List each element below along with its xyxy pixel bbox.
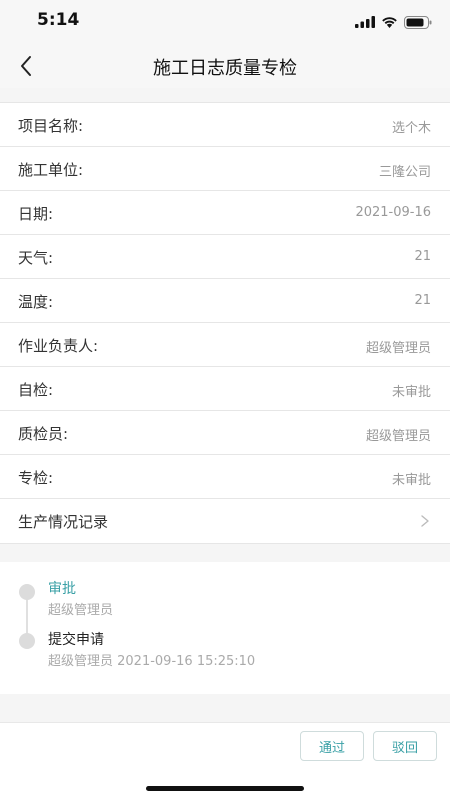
timeline-subtitle-approval: 超级管理员 [48,603,114,618]
info-row-self-check: 自检: 未审批 [0,367,450,411]
info-value: 超级管理员 [365,341,431,356]
info-row-temperature: 温度: 21 [0,279,450,323]
app-screen: 5:14 施工日志质量专检 项目名称: 选个木 施工单位: 三隆公司 日期: 2… [0,0,450,800]
production-record-label: 生产情况记录 [18,513,109,531]
info-label: 质检员: [18,425,69,443]
info-row-date: 日期: 2021-09-16 [0,191,450,235]
timeline-title-submit: 提交申请 [48,632,104,648]
status-icons [355,13,432,31]
battery-icon [404,15,432,29]
info-row-construction-unit: 施工单位: 三隆公司 [0,147,450,191]
info-row-weather: 天气: 21 [0,235,450,279]
nav-bar: 施工日志质量专检 [0,44,450,88]
info-row-quality-inspector: 质检员: 超级管理员 [0,411,450,455]
approve-button[interactable]: 通过 [300,731,364,761]
info-label: 天气: [18,249,54,267]
info-list: 项目名称: 选个木 施工单位: 三隆公司 日期: 2021-09-16 天气: … [0,102,450,544]
status-time: 5:14 [37,10,80,30]
approval-timeline: 审批 超级管理员 提交申请 超级管理员 2021-09-16 15:25:10 [0,562,450,694]
timeline-dot [19,633,35,649]
info-value: 21 [414,293,431,308]
info-label: 温度: [18,293,54,311]
info-label: 项目名称: [18,117,84,135]
info-label: 施工单位: [18,161,84,179]
info-value: 2021-09-16 [355,205,431,220]
info-value: 超级管理员 [365,429,431,444]
wifi-icon [382,17,397,28]
signal-icon [355,16,375,28]
info-label: 作业负责人: [18,337,99,355]
home-indicator[interactable] [146,786,304,791]
timeline-subtitle-submit: 超级管理员 2021-09-16 15:25:10 [48,654,256,669]
info-label: 日期: [18,205,54,223]
info-label: 专检: [18,469,54,487]
info-value: 未审批 [391,385,431,400]
info-value: 未审批 [391,473,431,488]
info-value: 三隆公司 [378,165,431,180]
info-label: 自检: [18,381,54,399]
info-row-work-leader: 作业负责人: 超级管理员 [0,323,450,367]
info-row-special-check: 专检: 未审批 [0,455,450,499]
chevron-right-icon [421,515,429,527]
timeline-title-approval: 审批 [48,581,76,597]
info-value: 选个木 [391,121,431,136]
status-bar: 5:14 [0,0,450,44]
reject-button[interactable]: 驳回 [373,731,437,761]
info-value: 21 [414,249,431,264]
production-record-row[interactable]: 生产情况记录 [0,499,450,543]
timeline-dot [19,584,35,600]
info-row-project-name: 项目名称: 选个木 [0,103,450,147]
page-title: 施工日志质量专检 [153,58,297,79]
